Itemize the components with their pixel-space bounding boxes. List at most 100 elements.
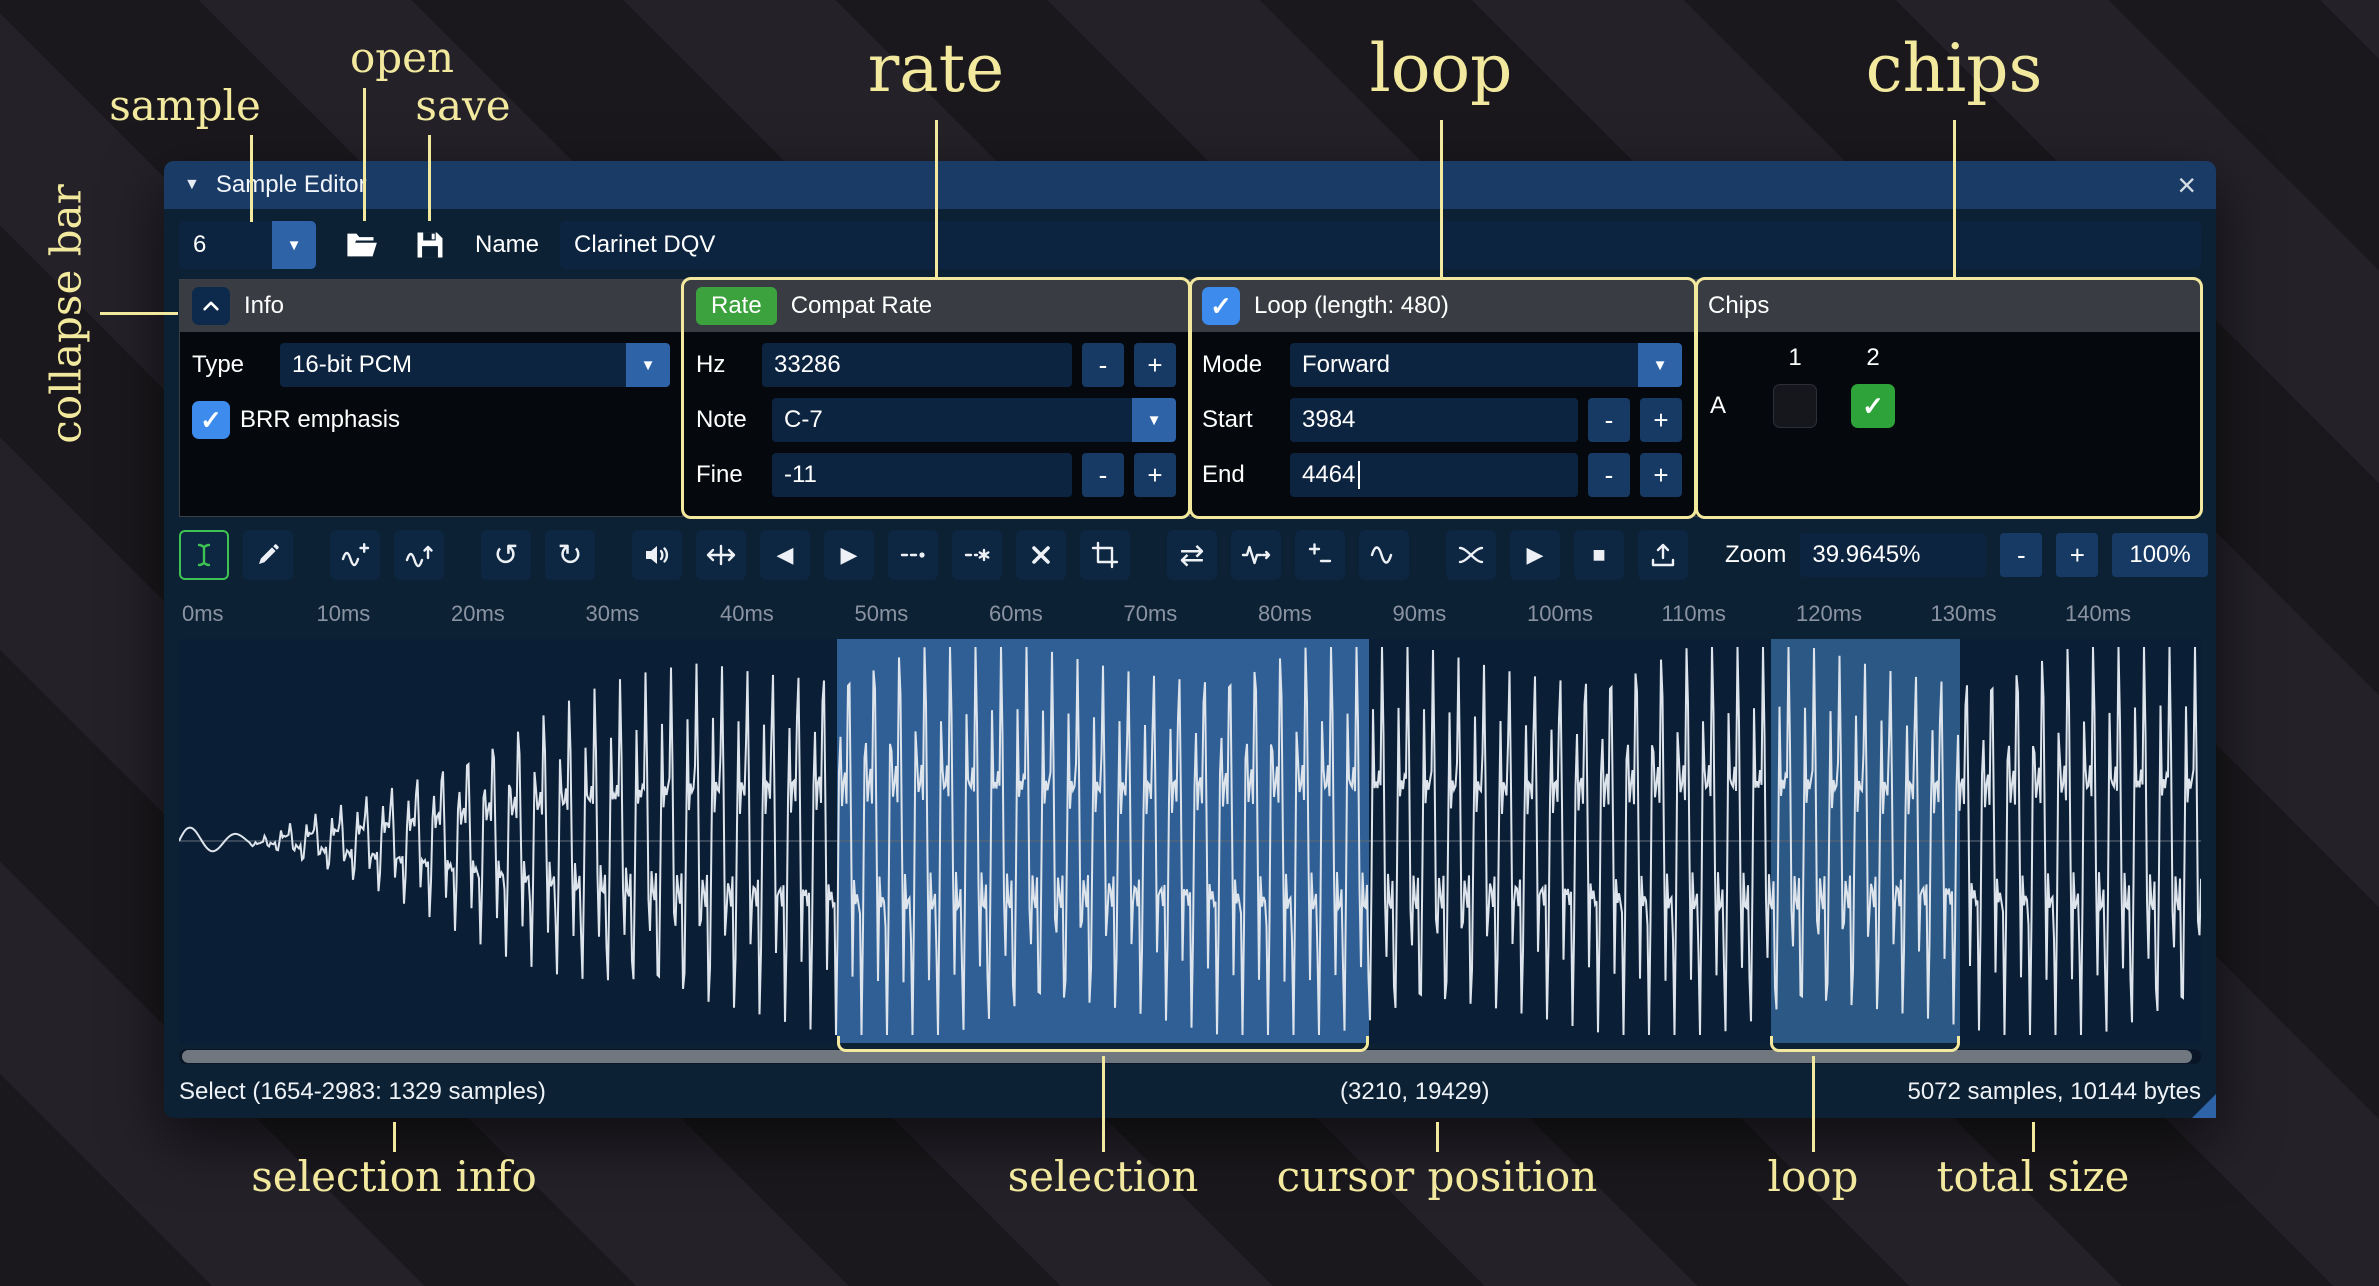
silence-icon (898, 540, 928, 570)
annotation-chips: chips (1866, 30, 2043, 107)
sample-number-select[interactable]: 6 ▼ (179, 221, 316, 269)
annotation-line-cursor-position (1436, 1122, 1439, 1152)
ruler-tick: 80ms (1258, 601, 1312, 627)
sample-type-value: 16-bit PCM (292, 351, 412, 379)
chips-panel-title: Chips (1708, 292, 1769, 320)
waveform-display[interactable] (179, 639, 2201, 1043)
plus-minus-icon (1305, 540, 1335, 570)
select-tool-button[interactable] (179, 530, 229, 580)
collapse-panel-button[interactable] (192, 287, 230, 325)
insert-point-button[interactable] (1295, 530, 1345, 580)
ruler-tick: 40ms (720, 601, 774, 627)
ruler-tick: 50ms (855, 601, 909, 627)
filter-button[interactable] (1359, 530, 1409, 580)
brr-emphasis-checkbox[interactable]: ✓ (192, 401, 230, 439)
loop-end-minus-button[interactable]: - (1588, 453, 1630, 497)
annotation-line-loop (1440, 120, 1443, 279)
fine-input[interactable]: -11 (772, 453, 1072, 497)
upload-button[interactable] (1638, 530, 1688, 580)
crossfade-button[interactable] (1446, 530, 1496, 580)
swap-icon: ⇄ (1179, 538, 1204, 573)
ruler-tick: 70ms (1124, 601, 1178, 627)
chip-1-checkbox[interactable] (1773, 384, 1817, 428)
note-select[interactable]: C-7 ▼ (772, 398, 1176, 442)
sample-header-row: 6 ▼ Name Clarinet DQV (179, 221, 2201, 269)
open-button[interactable] (337, 221, 385, 269)
insert-silence-button[interactable] (888, 530, 938, 580)
annotation-bracket-loop (1770, 1036, 1960, 1052)
loop-end-input[interactable]: 4464 (1290, 453, 1578, 497)
total-size-text: 5072 samples, 10144 bytes (1907, 1078, 2201, 1106)
fade-out-button[interactable]: ▶ (824, 530, 874, 580)
stop-button[interactable]: ■ (1574, 530, 1624, 580)
resample-button[interactable] (394, 530, 444, 580)
redo-button[interactable]: ↻ (545, 530, 595, 580)
undo-button[interactable]: ↺ (481, 530, 531, 580)
loop-enable-checkbox[interactable]: ✓ (1202, 287, 1240, 325)
ruler-tick: 110ms (1662, 601, 1726, 627)
chevron-down-icon[interactable]: ▼ (1132, 398, 1176, 442)
fade-in-button[interactable]: ◀ (760, 530, 810, 580)
close-icon[interactable]: × (2177, 169, 2196, 201)
loop-start-plus-button[interactable]: + (1640, 398, 1682, 442)
delete-button[interactable] (1016, 530, 1066, 580)
save-button[interactable] (406, 221, 454, 269)
redo-icon: ↻ (557, 538, 582, 573)
annotation-loop: loop (1370, 30, 1513, 107)
folder-open-icon (344, 228, 378, 262)
loop-mode-label: Mode (1202, 351, 1280, 379)
zoom-out-button[interactable]: - (2000, 533, 2042, 577)
toolbar-group: ◀▶ (632, 530, 1130, 580)
fine-minus-button[interactable]: - (1082, 453, 1124, 497)
hz-minus-button[interactable]: - (1082, 343, 1124, 387)
ruler-tick: 60ms (989, 601, 1043, 627)
cursor-position-text: (3210, 19429) (1340, 1078, 1489, 1106)
wave-arrow-icon (1241, 540, 1271, 570)
window-titlebar[interactable]: ▼ Sample Editor × (164, 161, 2216, 209)
loop-end-plus-button[interactable]: + (1640, 453, 1682, 497)
toolbar-group: ⇄ (1167, 530, 1409, 580)
loop-mode-select[interactable]: Forward ▼ (1290, 343, 1682, 387)
chevron-down-icon[interactable]: ▼ (1638, 343, 1682, 387)
crop-icon (1090, 540, 1120, 570)
resize-button[interactable] (330, 530, 380, 580)
sample-toolbar: ↺↻◀▶⇄▶■ Zoom 39.9645% - + 100% (179, 529, 2201, 581)
rate-badge-button[interactable]: Rate (696, 287, 777, 325)
ruler-tick: 30ms (586, 601, 640, 627)
zoom-in-button[interactable]: + (2056, 533, 2098, 577)
flip-button[interactable]: ⇄ (1167, 530, 1217, 580)
loop-start-value: 3984 (1302, 406, 1355, 434)
pencil-icon (253, 540, 283, 570)
draw-tool-button[interactable] (243, 530, 293, 580)
amplify-button[interactable] (632, 530, 682, 580)
chip-2-checkbox[interactable]: ✓ (1851, 384, 1895, 428)
zoom-input[interactable]: 39.9645% (1800, 533, 1986, 577)
window-collapse-icon[interactable]: ▼ (184, 176, 200, 194)
sample-type-select[interactable]: 16-bit PCM ▼ (280, 343, 670, 387)
loop-start-minus-button[interactable]: - (1588, 398, 1630, 442)
chips-panel: Chips 1 2 A ✓ (1695, 279, 2201, 517)
time-ruler[interactable]: 0ms10ms20ms30ms40ms50ms60ms70ms80ms90ms1… (179, 595, 2201, 635)
ruler-tick: 100ms (1527, 601, 1593, 627)
fine-plus-button[interactable]: + (1134, 453, 1176, 497)
window-title: Sample Editor (216, 171, 367, 199)
chord-button[interactable] (1231, 530, 1281, 580)
hz-input[interactable]: 33286 (762, 343, 1072, 387)
loop-start-input[interactable]: 3984 (1290, 398, 1578, 442)
annotation-total-size: total size (1937, 1152, 2130, 1201)
hz-plus-button[interactable]: + (1134, 343, 1176, 387)
trim-button[interactable] (1080, 530, 1130, 580)
chevron-down-icon[interactable]: ▼ (272, 221, 316, 269)
ruler-tick: 150 (2200, 601, 2202, 627)
zoom-reset-button[interactable]: 100% (2112, 533, 2207, 577)
preview-button[interactable]: ▶ (1510, 530, 1560, 580)
wave-plus-icon (340, 540, 370, 570)
brr-emphasis-label: BRR emphasis (240, 406, 400, 434)
loop-panel-title: Loop (length: 480) (1254, 292, 1449, 320)
loop-end-label: End (1202, 461, 1280, 489)
normalize-button[interactable] (696, 530, 746, 580)
ruler-tick: 130ms (1931, 601, 1997, 627)
apply-silence-button[interactable] (952, 530, 1002, 580)
chevron-down-icon[interactable]: ▼ (626, 343, 670, 387)
loop-panel-header: ✓ Loop (length: 480) (1190, 280, 1694, 332)
